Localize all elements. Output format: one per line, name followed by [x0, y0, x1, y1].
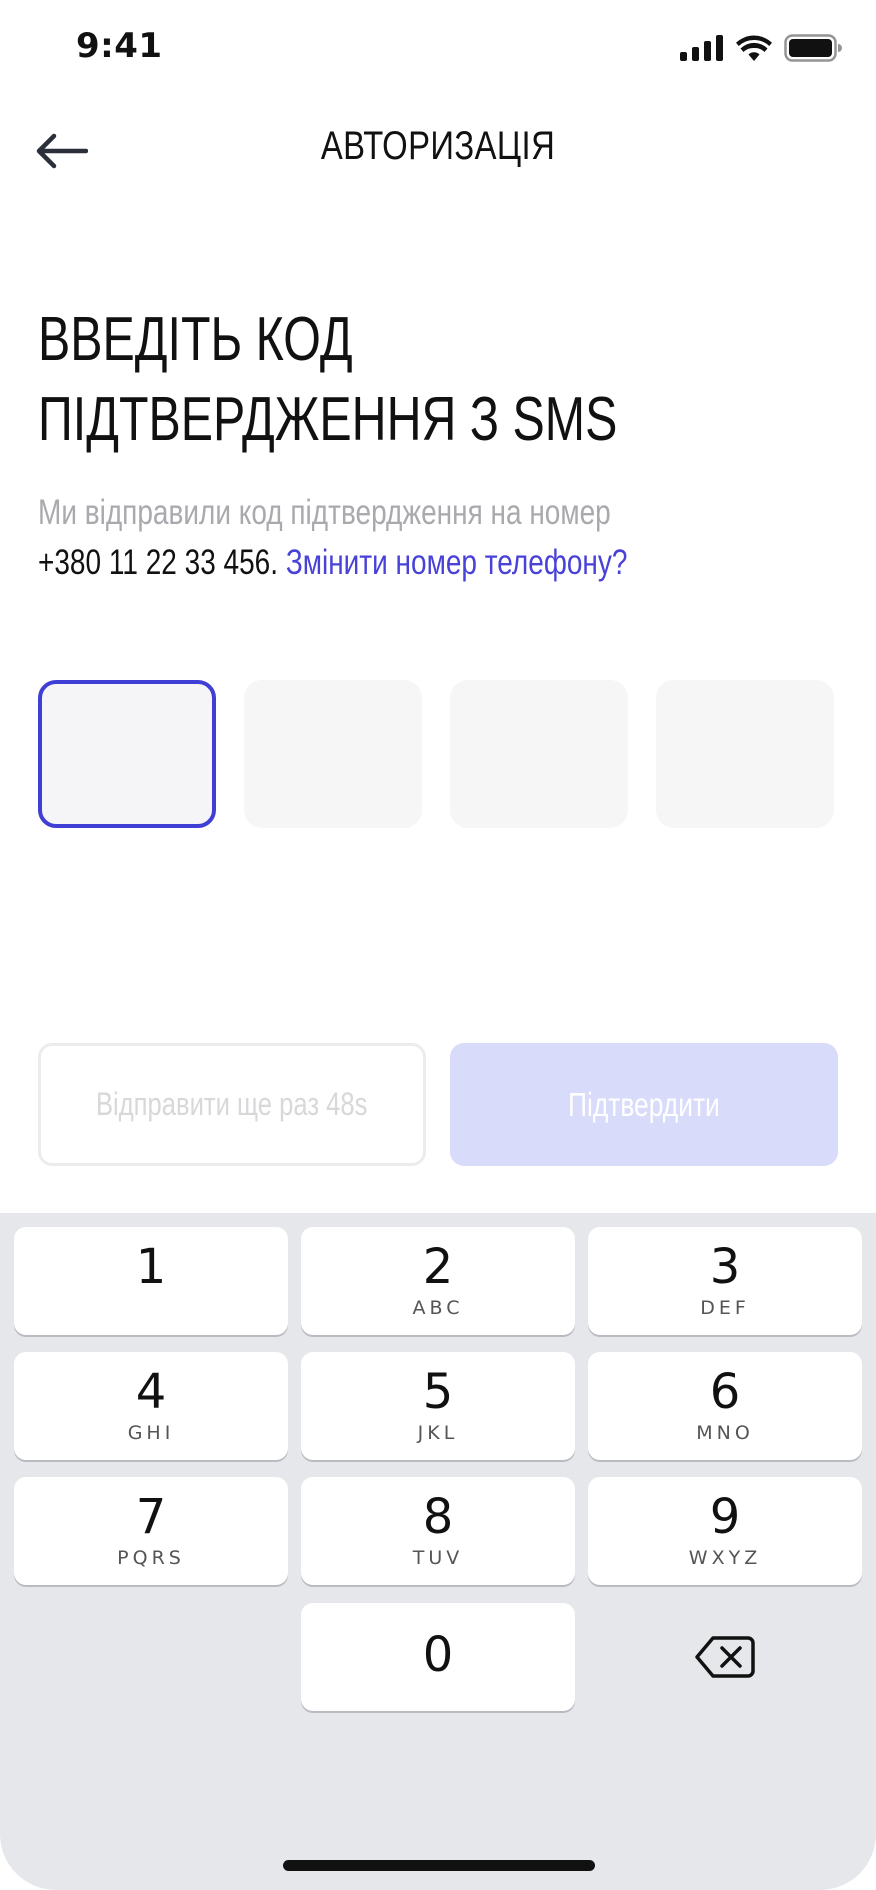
key-1[interactable]: 1	[14, 1227, 288, 1335]
key-7-digit: 7	[135, 1489, 167, 1545]
backspace-icon	[695, 1636, 755, 1678]
description: Ми відправили код підтвердження на номер…	[38, 488, 758, 588]
key-0-digit: 0	[422, 1627, 454, 1683]
delete-key[interactable]	[588, 1603, 862, 1711]
resend-code-button[interactable]: Відправити ще раз 48s	[38, 1043, 426, 1166]
key-8-digit: 8	[422, 1489, 454, 1545]
key-7-letters: PQRS	[117, 1547, 185, 1569]
key-4[interactable]: 4 GHI	[14, 1352, 288, 1460]
key-3-digit: 3	[709, 1239, 741, 1295]
key-8-letters: TUV	[412, 1547, 464, 1569]
signal-icon	[680, 35, 723, 61]
code-input-3[interactable]	[450, 680, 628, 828]
key-0[interactable]: 0	[301, 1603, 575, 1711]
key-2[interactable]: 2 ABC	[301, 1227, 575, 1335]
change-phone-link[interactable]: Змінити номер телефону?	[286, 543, 628, 582]
key-6-digit: 6	[709, 1364, 741, 1420]
key-3-letters: DEF	[700, 1297, 750, 1319]
key-9-letters: WXYZ	[688, 1547, 762, 1569]
key-9[interactable]: 9 WXYZ	[588, 1477, 862, 1585]
status-icons	[680, 34, 842, 62]
code-input-2[interactable]	[244, 680, 422, 828]
home-indicator	[283, 1860, 595, 1871]
key-4-digit: 4	[135, 1364, 167, 1420]
page-title: АВТОРИЗАЦІЯ	[320, 124, 556, 168]
key-8[interactable]: 8 TUV	[301, 1477, 575, 1585]
key-3[interactable]: 3 DEF	[588, 1227, 862, 1335]
numeric-keypad: 1 2 ABC 3 DEF 4 GHI 5 JKL 6 MNO 7 PQRS 8	[0, 1213, 876, 1890]
key-5[interactable]: 5 JKL	[301, 1352, 575, 1460]
phone-number: +380 11 22 33 456.	[38, 543, 279, 582]
key-2-digit: 2	[422, 1239, 454, 1295]
battery-icon	[784, 34, 842, 62]
confirm-button[interactable]: Підтвердити	[450, 1043, 838, 1166]
key-5-letters: JKL	[417, 1422, 459, 1444]
confirm-label: Підтвердити	[568, 1085, 720, 1123]
code-input-4[interactable]	[656, 680, 834, 828]
auth-screen: 9:41 АВТОРИЗАЦІЯ ВВЕДІТЬ КОД ПІДТВЕРДЖЕН…	[0, 0, 876, 1890]
key-4-letters: GHI	[127, 1422, 175, 1444]
description-text: Ми відправили код підтвердження на номер	[38, 493, 611, 532]
status-time: 9:41	[76, 26, 163, 66]
key-7[interactable]: 7 PQRS	[14, 1477, 288, 1585]
key-6-letters: MNO	[696, 1422, 754, 1444]
key-5-digit: 5	[422, 1364, 454, 1420]
key-1-digit: 1	[135, 1239, 167, 1295]
key-2-letters: ABC	[412, 1297, 464, 1319]
code-input-1[interactable]	[38, 680, 216, 828]
code-input-row	[38, 680, 834, 828]
resend-code-label: Відправити ще раз 48s	[96, 1086, 368, 1122]
heading: ВВЕДІТЬ КОД ПІДТВЕРДЖЕННЯ З SMS	[38, 300, 662, 460]
heading-line-2: ПІДТВЕРДЖЕННЯ З SMS	[38, 385, 618, 454]
key-6[interactable]: 6 MNO	[588, 1352, 862, 1460]
wifi-icon	[736, 35, 772, 61]
key-9-digit: 9	[709, 1489, 741, 1545]
heading-line-1: ВВЕДІТЬ КОД	[38, 305, 353, 374]
